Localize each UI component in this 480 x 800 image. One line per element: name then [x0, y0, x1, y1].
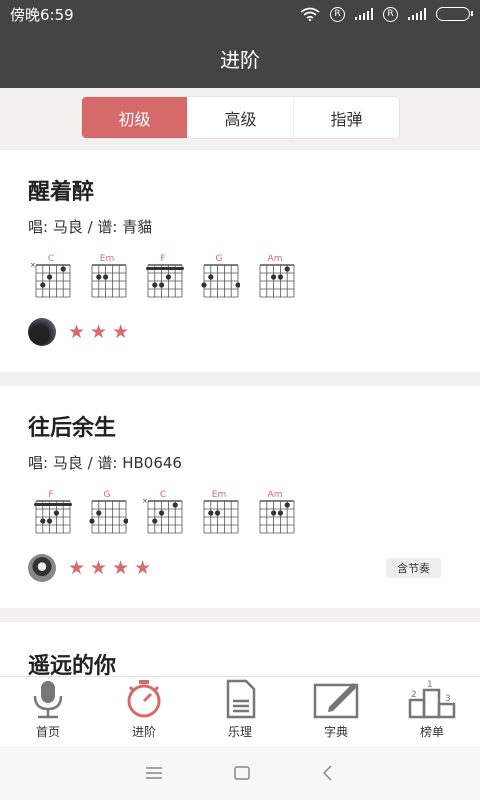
tab-advanced[interactable]: 高级 [188, 97, 294, 138]
chord-grid [34, 500, 72, 534]
nav-label: 字典 [323, 725, 348, 739]
rating-row: ★ ★ ★ [28, 318, 129, 346]
star-icon: ★ [68, 557, 86, 579]
avatar[interactable] [28, 318, 56, 346]
status-time: 傍晚6:59 [10, 5, 74, 24]
song-title: 往后余生 [28, 416, 117, 441]
star-icon: ★ [90, 321, 108, 343]
song-card[interactable]: 醒着醉 唱: 马良 / 谱: 青貓 C × Em F G Am ★ ★ ★ [0, 150, 480, 372]
nav-label: 首页 [35, 725, 60, 739]
chord-diagram: Em [198, 490, 240, 536]
microphone-icon [33, 681, 63, 719]
signal-icon [355, 8, 373, 20]
avatar[interactable] [28, 554, 56, 582]
nav-home[interactable]: 首页 [0, 677, 96, 746]
bottom-nav: 首页 进阶 乐理 字典 1 2 3 榜单 [0, 676, 480, 746]
chord-diagram: Em [86, 254, 128, 300]
level-tabs: 初级 高级 指弹 [82, 97, 399, 138]
difficulty-stars: ★ ★ ★ [68, 322, 129, 342]
sim2-roaming-icon: R [383, 6, 398, 22]
page-title: 进阶 [220, 47, 260, 72]
pencil-board-icon [313, 683, 359, 719]
back-icon[interactable] [321, 765, 335, 781]
chord-grid [201, 264, 240, 298]
document-icon [226, 679, 256, 719]
star-icon: ★ [112, 557, 130, 579]
rating-row: ★ ★ ★ ★ [28, 554, 151, 582]
song-list[interactable]: 初级 高级 指弹 醒着醉 唱: 马良 / 谱: 青貓 C × Em F G Am… [0, 88, 480, 676]
song-title: 遥远的你 [28, 654, 117, 676]
nav-ranking[interactable]: 1 2 3 榜单 [384, 677, 480, 746]
difficulty-stars: ★ ★ ★ ★ [68, 558, 151, 578]
chord-grid: × [30, 263, 71, 298]
chord-diagram: F [142, 254, 184, 300]
svg-text:×: × [30, 263, 36, 269]
chord-diagram: C × [142, 490, 184, 536]
chord-grid [259, 264, 295, 298]
star-icon: ★ [68, 321, 86, 343]
chord-grid: × [142, 499, 183, 534]
sim1-roaming-icon: R [330, 6, 345, 22]
chord-diagram: Am [254, 254, 296, 300]
nav-advanced[interactable]: 进阶 [96, 677, 192, 746]
status-icons: R R [300, 6, 473, 22]
system-nav [0, 746, 480, 800]
header: 进阶 [0, 28, 480, 88]
menu-icon[interactable] [145, 766, 163, 780]
song-card[interactable]: 遥远的你 [0, 622, 480, 676]
tab-beginner[interactable]: 初级 [82, 97, 188, 138]
chord-grid [89, 500, 128, 534]
svg-text:×: × [142, 499, 148, 505]
stopwatch-icon [127, 680, 161, 718]
chord-diagram: C × [30, 254, 72, 300]
nav-label: 进阶 [131, 725, 156, 739]
status-bar: 傍晚6:59 R R [0, 0, 480, 28]
chord-grid [91, 264, 127, 298]
signal-icon [408, 8, 426, 20]
chord-diagram: G [198, 254, 240, 300]
song-card[interactable]: 往后余生 唱: 马良 / 谱: HB0646 F G C × Em Am ★ ★… [0, 386, 480, 608]
nav-theory[interactable]: 乐理 [192, 677, 288, 746]
chord-grid [259, 500, 295, 534]
star-icon: ★ [134, 557, 152, 579]
svg-text:1: 1 [427, 680, 433, 690]
chord-grid [203, 500, 239, 534]
song-meta: 唱: 马良 / 谱: 青貓 [28, 218, 153, 236]
tab-fingerstyle[interactable]: 指弹 [294, 97, 399, 138]
chord-diagram: Am [254, 490, 296, 536]
nav-label: 乐理 [227, 725, 252, 739]
chord-diagram: G [86, 490, 128, 536]
home-square-icon[interactable] [233, 765, 251, 781]
svg-text:3: 3 [445, 694, 451, 704]
song-title: 醒着醉 [28, 180, 95, 205]
star-icon: ★ [112, 321, 130, 343]
wifi-icon [300, 7, 320, 21]
song-meta: 唱: 马良 / 谱: HB0646 [28, 454, 182, 472]
nav-dictionary[interactable]: 字典 [288, 677, 384, 746]
chord-list: F G C × Em Am [30, 490, 296, 536]
nav-label: 榜单 [419, 725, 444, 739]
star-icon: ★ [90, 557, 108, 579]
chord-grid [146, 264, 184, 298]
podium-icon: 1 2 3 [408, 680, 456, 719]
battery-icon [436, 7, 473, 21]
rhythm-badge: 含节奏 [386, 558, 441, 578]
chord-list: C × Em F G Am [30, 254, 296, 300]
chord-diagram: F [30, 490, 72, 536]
svg-text:2: 2 [411, 690, 417, 700]
